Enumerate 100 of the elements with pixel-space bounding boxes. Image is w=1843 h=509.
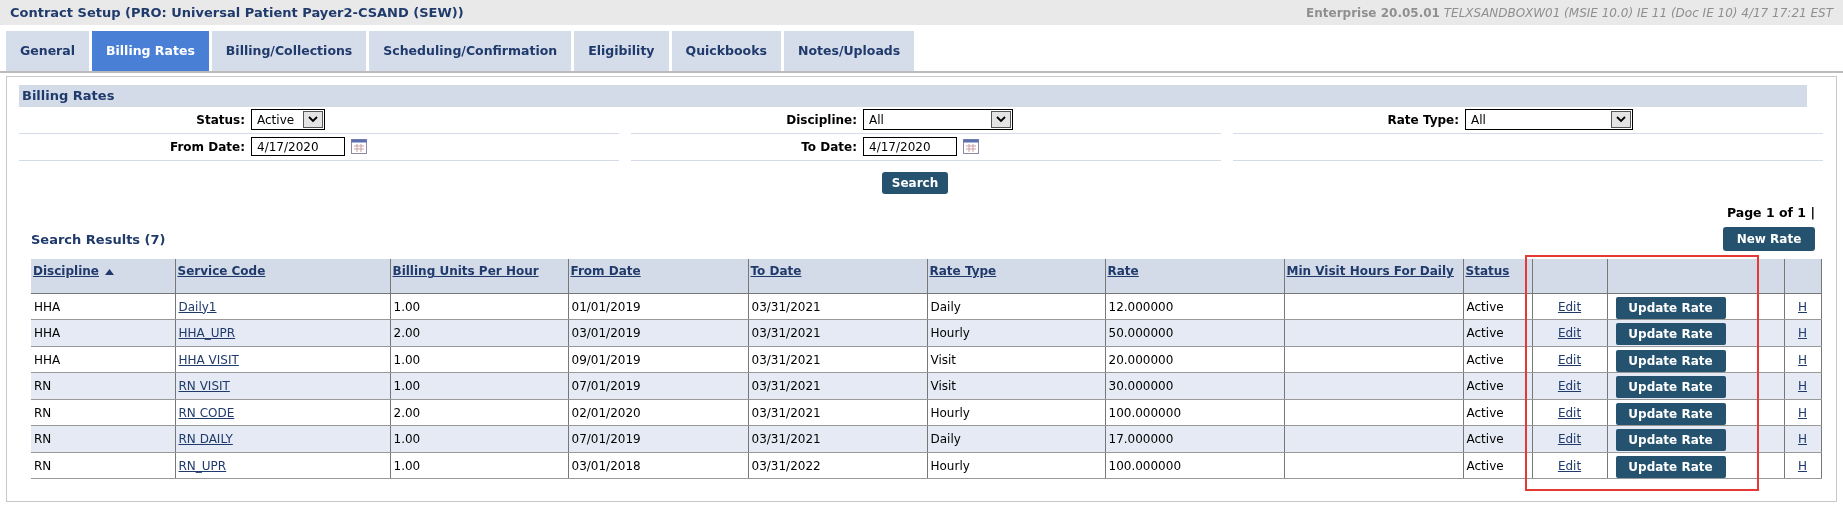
- history-link[interactable]: H: [1798, 432, 1807, 446]
- update-rate-button[interactable]: Update Rate: [1615, 402, 1726, 425]
- edit-link[interactable]: Edit: [1557, 405, 1582, 420]
- table-cell: 03/31/2022: [748, 452, 927, 479]
- edit-link[interactable]: Edit: [1557, 352, 1582, 367]
- update-rate-button[interactable]: Update Rate: [1615, 296, 1726, 319]
- table-cell: 12.000000: [1105, 293, 1284, 320]
- table-cell: 1.00: [390, 293, 568, 320]
- code-link[interactable]: Daily1: [178, 299, 217, 314]
- tab[interactable]: Billing/Collections: [211, 31, 367, 71]
- table-cell: HHA: [31, 293, 175, 320]
- code-link[interactable]: HHA_UPR: [178, 326, 236, 340]
- edit-link[interactable]: Edit: [1557, 458, 1582, 473]
- table-cell: 100.000000: [1105, 399, 1284, 426]
- column-header-link[interactable]: Service Code: [177, 264, 266, 279]
- table-cell: Daily: [927, 293, 1105, 320]
- edit-link[interactable]: Edit: [1557, 379, 1582, 393]
- history-link[interactable]: H: [1798, 299, 1807, 314]
- calendar-icon[interactable]: [963, 139, 979, 154]
- column-header-link[interactable]: From Date: [570, 264, 641, 279]
- update-rate-button[interactable]: Update Rate: [1615, 455, 1726, 478]
- date-field[interactable]: 4/17/2020: [863, 137, 957, 156]
- table-cell: 02/01/2020: [568, 399, 748, 426]
- code-link[interactable]: RN_UPR: [178, 458, 227, 473]
- edit-link[interactable]: Edit: [1557, 326, 1582, 340]
- field-label: Status:: [195, 111, 246, 129]
- table-cell: 07/01/2019: [568, 372, 748, 400]
- tab[interactable]: Billing Rates: [92, 31, 209, 71]
- chevron-icon[interactable]: [308, 116, 318, 123]
- table-cell: 03/31/2021: [748, 399, 927, 426]
- section-header: Billing Rates: [19, 85, 1807, 107]
- field-label: Discipline:: [785, 111, 858, 129]
- table-cell: HHA: [31, 346, 175, 373]
- table-cell: HHA: [31, 319, 175, 347]
- table-cell: RN: [31, 372, 175, 400]
- history-link[interactable]: H: [1798, 405, 1807, 420]
- table-cell: 100.000000: [1105, 452, 1284, 479]
- select-field[interactable]: All: [863, 109, 1013, 130]
- table-cell: RN: [31, 452, 175, 479]
- table-cell: Hourly: [927, 399, 1105, 426]
- table-cell: Active: [1463, 399, 1532, 426]
- history-link[interactable]: H: [1798, 458, 1807, 473]
- table-cell: Active: [1463, 293, 1532, 320]
- history-link[interactable]: H: [1798, 379, 1807, 393]
- table-cell: 03/01/2019: [568, 319, 748, 347]
- tab[interactable]: Quickbooks: [671, 31, 781, 71]
- history-link[interactable]: H: [1798, 326, 1807, 340]
- table-cell: 30.000000: [1105, 372, 1284, 400]
- field-label: From Date:: [169, 138, 246, 156]
- tab[interactable]: Notes/Uploads: [783, 31, 915, 71]
- code-link[interactable]: HHA VISIT: [178, 352, 239, 367]
- search-button[interactable]: Search: [881, 171, 949, 194]
- table-cell: 01/01/2019: [568, 293, 748, 320]
- code-link[interactable]: RN DAILY: [178, 432, 233, 446]
- select-field[interactable]: All: [1465, 109, 1633, 130]
- sort-arrow-icon[interactable]: [104, 268, 114, 275]
- update-rate-button[interactable]: Update Rate: [1615, 429, 1726, 451]
- date-field[interactable]: 4/17/2020: [251, 137, 345, 156]
- table-cell: 09/01/2019: [568, 346, 748, 373]
- history-link[interactable]: H: [1798, 352, 1807, 367]
- table-cell: Active: [1463, 452, 1532, 479]
- table-cell: RN: [31, 399, 175, 426]
- chevron-icon[interactable]: [1616, 116, 1626, 123]
- table-cell: Active: [1463, 346, 1532, 373]
- version-info: Enterprise 20.05.01 TELXSANDBOXW01 (MSIE 10.0) IE 11 (Doc IE 10) 4/17 17:21 EST: [1306, 4, 1833, 22]
- code-link[interactable]: RN VISIT: [178, 379, 230, 393]
- window-title: Contract Setup (PRO: Universal Patient Payer2-CSAND (SEW)): [10, 3, 464, 22]
- update-rate-button[interactable]: Update Rate: [1615, 349, 1726, 372]
- table-cell: 1.00: [390, 372, 568, 400]
- tab[interactable]: General: [6, 31, 89, 71]
- table-cell: Daily: [927, 425, 1105, 453]
- table-cell: Hourly: [927, 452, 1105, 479]
- calendar-icon[interactable]: [351, 139, 367, 154]
- update-rate-button[interactable]: Update Rate: [1615, 376, 1726, 398]
- table-cell: Visit: [927, 372, 1105, 400]
- table-cell: Hourly: [927, 319, 1105, 347]
- table-cell: 20.000000: [1105, 346, 1284, 373]
- tab[interactable]: Eligibility: [574, 31, 669, 71]
- column-header-link[interactable]: Discipline: [33, 264, 99, 279]
- table-cell: 2.00: [390, 399, 568, 426]
- tab[interactable]: Scheduling/Confirmation: [369, 31, 572, 71]
- new-rate-button[interactable]: New Rate: [1723, 227, 1815, 252]
- results-title: Search Results (7): [31, 230, 166, 249]
- edit-link[interactable]: Edit: [1557, 432, 1582, 446]
- table-cell: 1.00: [390, 425, 568, 453]
- code-link[interactable]: RN CODE: [178, 405, 235, 420]
- select-field[interactable]: Active: [251, 109, 325, 130]
- table-cell: 2.00: [390, 319, 568, 347]
- field-label: Rate Type:: [1386, 111, 1460, 129]
- edit-link[interactable]: Edit: [1557, 299, 1582, 314]
- column-header-link[interactable]: To Date: [750, 264, 802, 279]
- table-cell: 1.00: [390, 346, 568, 373]
- table-cell: 03/01/2018: [568, 452, 748, 479]
- chevron-icon[interactable]: [996, 116, 1006, 123]
- column-header-link[interactable]: Rate: [1107, 264, 1139, 279]
- table-cell: 03/31/2021: [748, 372, 927, 400]
- update-rate-button[interactable]: Update Rate: [1615, 323, 1726, 345]
- pager-text: Page 1 of 1 |: [1726, 204, 1815, 220]
- column-header-link[interactable]: Rate Type: [929, 264, 997, 279]
- table-cell: 03/31/2021: [748, 425, 927, 453]
